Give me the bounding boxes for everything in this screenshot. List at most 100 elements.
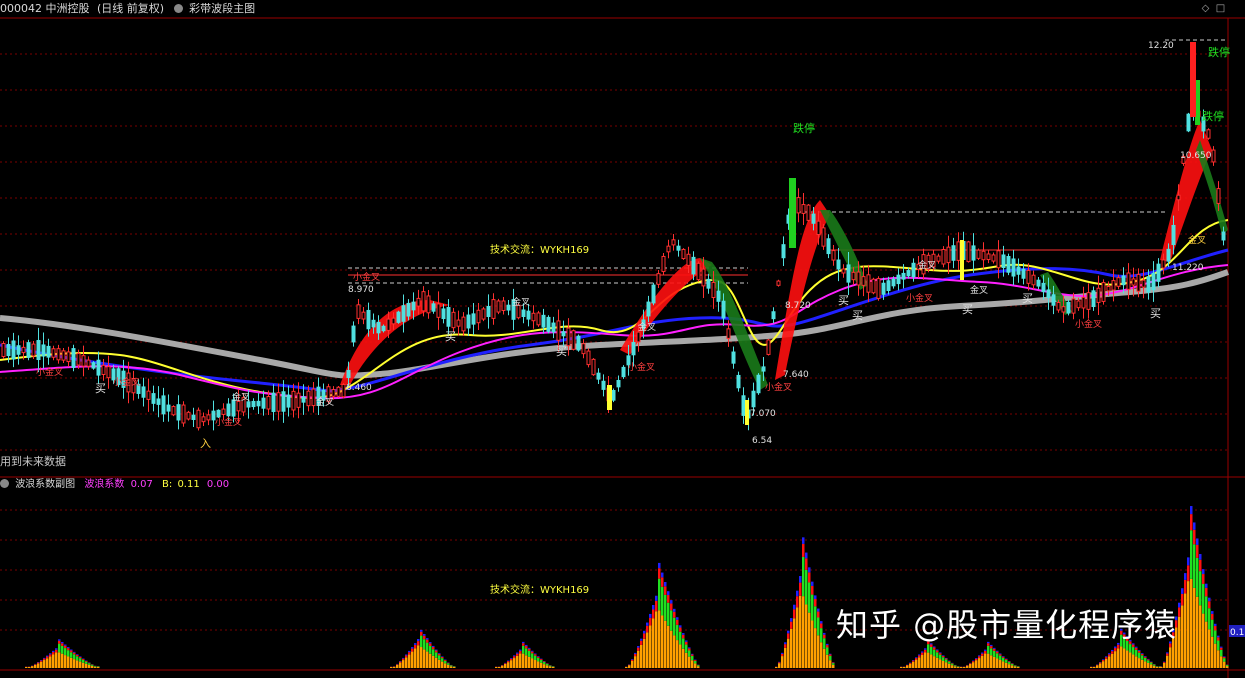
ma-yellow bbox=[0, 219, 1229, 399]
histogram-bar bbox=[1205, 621, 1208, 668]
histogram-bar bbox=[46, 655, 49, 657]
histogram-bar bbox=[670, 630, 673, 668]
histogram-bar bbox=[450, 665, 453, 667]
histogram-bar bbox=[441, 661, 444, 668]
histogram-bar bbox=[97, 666, 100, 668]
candle-body bbox=[276, 392, 281, 412]
candle-body bbox=[1061, 306, 1066, 313]
histogram-bar bbox=[76, 654, 79, 655]
histogram-bar bbox=[676, 619, 679, 625]
candle-body bbox=[506, 304, 511, 311]
histogram-bar bbox=[945, 662, 948, 668]
candle-body bbox=[721, 300, 726, 319]
histogram-bar bbox=[1205, 587, 1208, 597]
histogram-bar bbox=[58, 639, 61, 641]
histogram-bar bbox=[61, 645, 64, 654]
histogram-bar bbox=[820, 621, 823, 624]
histogram-bar bbox=[1111, 649, 1114, 652]
histogram-bar bbox=[441, 656, 444, 657]
histogram-bar bbox=[802, 537, 805, 544]
histogram-bar bbox=[1105, 658, 1108, 668]
histogram-bar bbox=[826, 647, 829, 655]
histogram-bar bbox=[1202, 569, 1205, 575]
histogram-bar bbox=[817, 617, 820, 636]
candle-body bbox=[301, 396, 306, 403]
histogram-bar bbox=[73, 654, 76, 660]
histogram-bar bbox=[453, 666, 456, 667]
golden-1: 金叉 bbox=[232, 391, 250, 403]
histogram-bar bbox=[685, 641, 688, 645]
histogram-bar bbox=[808, 582, 811, 613]
sub-indicator-toggle-icon[interactable] bbox=[0, 479, 9, 488]
support-lines bbox=[348, 249, 1165, 276]
golden-3: 金叉 bbox=[638, 321, 656, 333]
histogram-bar bbox=[987, 645, 990, 654]
histogram-bar bbox=[981, 655, 984, 668]
sub-panel-header: 波浪系数副图 波浪系数 0.07 B: 0.11 0.00 bbox=[0, 478, 229, 492]
histogram-bar bbox=[664, 594, 667, 621]
histogram-bar bbox=[993, 647, 996, 649]
histogram-bar bbox=[1220, 656, 1223, 668]
histogram-bar bbox=[64, 648, 67, 656]
histogram-bar bbox=[82, 662, 85, 668]
histogram-bar bbox=[423, 634, 426, 636]
histogram-bar bbox=[1090, 666, 1093, 668]
histogram-bar bbox=[432, 647, 435, 650]
histogram-bar bbox=[1205, 583, 1208, 588]
histogram-bar bbox=[1187, 581, 1190, 668]
candle-body bbox=[986, 253, 991, 261]
chart-canvas[interactable]: 12.20 6.54 7.070 7.640 8.970 10.650 11.2… bbox=[0, 0, 1245, 678]
histogram-bar bbox=[82, 659, 85, 663]
histogram-bar bbox=[1223, 661, 1226, 668]
candle-limit-up-1 bbox=[789, 178, 796, 248]
histogram-bar bbox=[444, 659, 447, 661]
histogram-bar bbox=[1184, 593, 1187, 668]
candle-body bbox=[1086, 292, 1091, 310]
candle-body bbox=[226, 403, 231, 417]
histogram-bar bbox=[975, 660, 978, 668]
candle-body bbox=[401, 305, 406, 322]
histogram-bar bbox=[685, 640, 688, 642]
histogram-bar bbox=[694, 660, 697, 661]
histogram-bar bbox=[1166, 655, 1169, 668]
histogram-bar bbox=[417, 641, 420, 646]
histogram-bar bbox=[34, 664, 37, 665]
histogram-bar bbox=[933, 656, 936, 668]
candle-body bbox=[1206, 129, 1211, 139]
histogram-bar bbox=[528, 656, 531, 668]
histogram-bar bbox=[540, 659, 543, 661]
histogram-bar bbox=[537, 656, 540, 657]
candle-body bbox=[361, 311, 366, 320]
candle-body bbox=[1036, 279, 1041, 287]
buy-signal-5: 买 bbox=[852, 309, 863, 322]
wave-coef-label: 波浪系数 bbox=[84, 479, 125, 490]
histogram-bar bbox=[948, 661, 951, 664]
histogram-bar bbox=[1141, 653, 1144, 656]
histogram-bar bbox=[522, 643, 525, 646]
candle-body bbox=[1126, 272, 1131, 290]
histogram-bar bbox=[432, 649, 435, 656]
candle-body bbox=[981, 250, 986, 261]
histogram-bar bbox=[1220, 649, 1223, 657]
histogram-bar bbox=[76, 654, 79, 657]
candle-body bbox=[96, 359, 101, 376]
histogram-bar bbox=[820, 623, 823, 629]
candle-body bbox=[1076, 300, 1081, 309]
histogram-bar bbox=[522, 653, 525, 668]
histogram-bar bbox=[823, 648, 826, 668]
histogram-bar bbox=[94, 666, 97, 668]
sub-indicator-name[interactable]: 波浪系数副图 bbox=[15, 479, 75, 490]
histogram-bar bbox=[909, 663, 912, 668]
histogram-bar bbox=[1135, 647, 1138, 650]
candle-body bbox=[611, 390, 616, 401]
histogram-bar bbox=[1008, 661, 1011, 663]
histogram-bar bbox=[688, 650, 691, 657]
histogram-bar bbox=[1005, 659, 1008, 661]
histogram-bar bbox=[58, 640, 61, 644]
histogram-bar bbox=[540, 662, 543, 668]
histogram-bar bbox=[37, 662, 40, 664]
histogram-bar bbox=[628, 664, 631, 666]
histogram-bar bbox=[37, 663, 40, 668]
histogram-bar bbox=[1199, 571, 1202, 606]
candle-body bbox=[406, 302, 411, 317]
